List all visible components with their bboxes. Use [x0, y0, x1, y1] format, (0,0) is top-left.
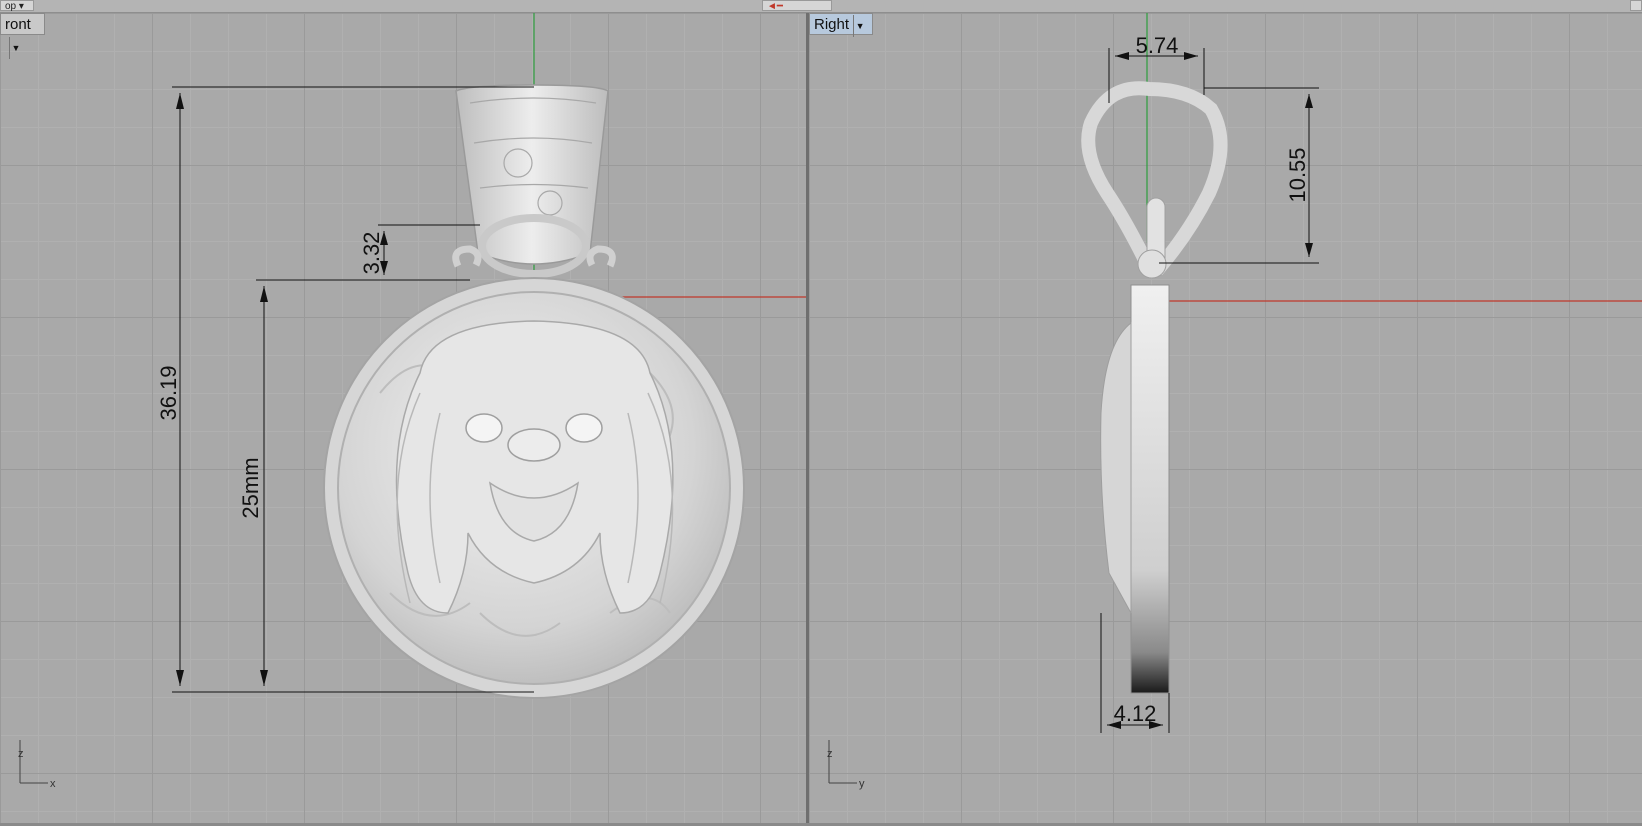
pendant-model	[323, 84, 745, 699]
dim-bail-width: 5.74	[1136, 33, 1179, 58]
top-toolbar: op ▾ ◄━	[0, 0, 1642, 13]
axis-gizmo-right-y: y	[859, 778, 865, 790]
dim-total-height: 36.19	[156, 365, 181, 420]
axis-gizmo-front-z: z	[18, 748, 24, 760]
side-knob	[1137, 249, 1167, 279]
axis-gizmo-front-x: x	[50, 778, 56, 790]
dim-thickness: 4.12	[1114, 701, 1157, 726]
side-relief	[1100, 321, 1132, 614]
side-medallion	[1130, 284, 1170, 694]
dim-bail-gap: 3.32	[359, 232, 384, 275]
right-viewport[interactable]: Right ▼ 5.74 10.55 4.12 z y	[809, 13, 1642, 823]
axis-gizmo-front	[19, 740, 48, 784]
top-tab-left[interactable]: op ▾	[0, 0, 34, 12]
right-view-canvas: 5.74 10.55 4.12 z y	[827, 13, 1642, 790]
axis-gizmo-right	[828, 740, 857, 784]
top-tab-center[interactable]: ◄━	[762, 0, 832, 12]
axis-gizmo-right-z: z	[827, 748, 833, 760]
dim-medallion-height: 25mm	[238, 457, 263, 518]
top-tab-left-label: op	[5, 1, 17, 12]
dog-nose	[507, 428, 561, 462]
front-viewport[interactable]: ront▼ 36.19 25mm 3.32 z x	[0, 13, 806, 823]
dog-eye-left	[465, 413, 503, 443]
arrow-left-icon: ◄━	[767, 1, 783, 12]
pendant-side-model	[1081, 81, 1228, 694]
dog-eye-right	[565, 413, 603, 443]
front-view-canvas: 36.19 25mm 3.32 z x	[18, 13, 806, 790]
top-tab-right[interactable]	[1630, 0, 1642, 11]
dim-bail-height: 10.55	[1285, 147, 1310, 202]
